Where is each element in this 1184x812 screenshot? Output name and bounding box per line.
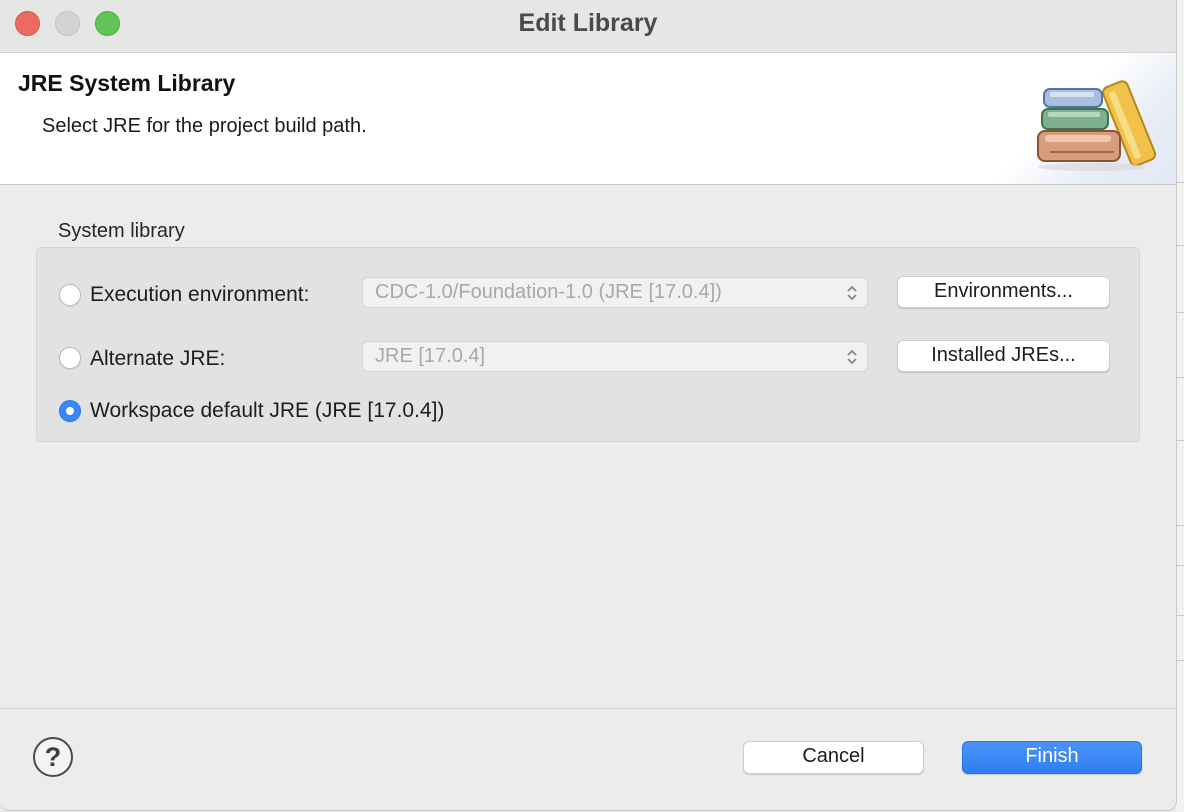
title-bar: Edit Library [0,0,1176,53]
execution-environment-label: Execution environment: [90,283,310,306]
execution-environment-select-value: CDC-1.0/Foundation-1.0 (JRE [17.0.4]) [375,281,722,303]
footer-divider [0,708,1176,709]
edit-library-dialog: Edit Library JRE System Library Select J… [0,0,1177,811]
background-window-edge [1176,0,1184,812]
library-books-icon [1037,80,1157,171]
system-library-group-label: System library [58,220,185,242]
select-chevron-icon [847,349,857,365]
alternate-jre-radio[interactable] [59,347,81,369]
installed-jres-button[interactable]: Installed JREs... [897,340,1110,372]
alternate-jre-select-value: JRE [17.0.4] [375,345,486,367]
alternate-jre-select[interactable]: JRE [17.0.4] [362,341,868,372]
execution-environment-select[interactable]: CDC-1.0/Foundation-1.0 (JRE [17.0.4]) [362,277,868,308]
execution-environment-radio[interactable] [59,284,81,306]
header-banner: JRE System Library Select JRE for the pr… [0,53,1176,185]
environments-button[interactable]: Environments... [897,276,1110,308]
help-button[interactable]: ? [33,737,73,777]
banner-title: JRE System Library [18,70,236,96]
select-chevron-icon [847,285,857,301]
alternate-jre-label: Alternate JRE: [90,347,226,370]
finish-button[interactable]: Finish [962,741,1142,774]
banner-description: Select JRE for the project build path. [42,115,367,137]
workspace-default-jre-radio[interactable] [59,400,81,422]
cancel-button[interactable]: Cancel [743,741,924,774]
workspace-default-jre-label: Workspace default JRE (JRE [17.0.4]) [90,399,445,422]
window-title: Edit Library [518,9,658,37]
